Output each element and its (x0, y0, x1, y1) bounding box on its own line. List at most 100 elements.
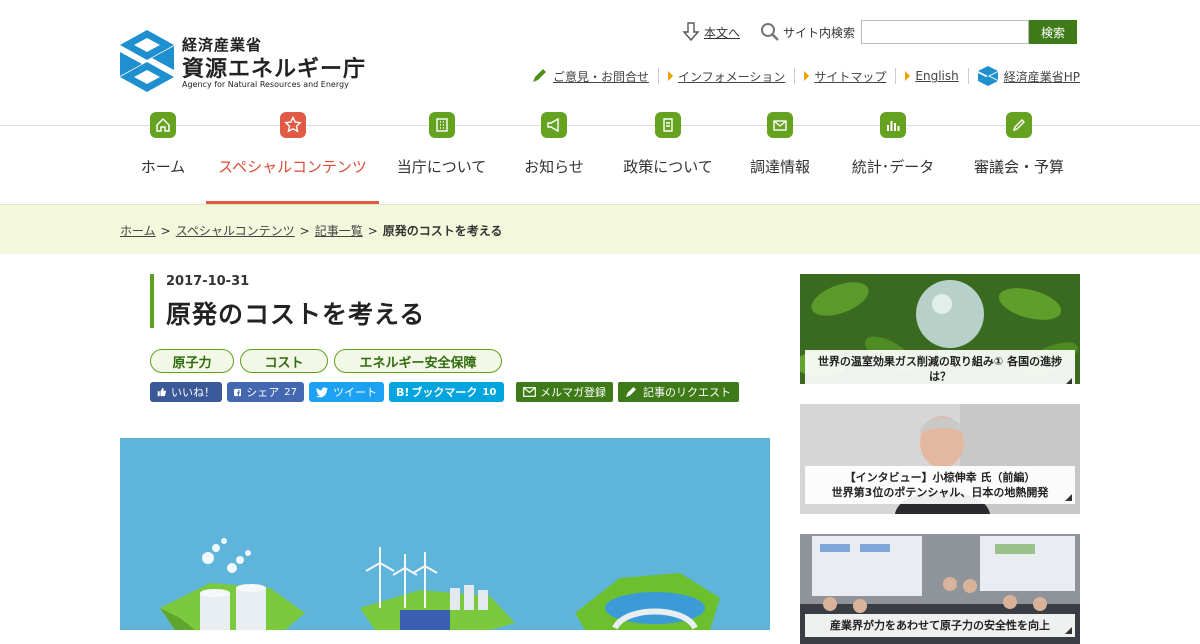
tweet-button[interactable]: ツイート (309, 382, 384, 402)
breadcrumb-current: 原発のコストを考える (382, 224, 503, 238)
agency-name: 資源エネルギー庁 (182, 57, 367, 82)
article-date: 2017-10-31 (166, 274, 250, 289)
contact-link-item[interactable]: ご意見・お問合せ (531, 68, 649, 85)
arrow-down-icon (682, 22, 700, 42)
related-article-card[interactable]: 産業界が力をあわせて原子力の安全性を向上 (800, 534, 1080, 644)
information-link[interactable]: インフォメーション (678, 68, 785, 85)
search-icon (760, 23, 779, 41)
sitemap-link[interactable]: サイトマップ (814, 68, 886, 85)
nav-label-special-contents: スペシャルコンテンツ (218, 158, 367, 176)
agency-logo-mark (120, 30, 174, 92)
article-request-button[interactable]: 記事のリクエスト (618, 382, 739, 402)
meti-logo-icon (977, 66, 998, 86)
breadcrumb-article-list[interactable]: 記事一覧 (315, 224, 363, 238)
breadcrumb-home[interactable]: ホーム (120, 224, 156, 238)
skip-to-content-link[interactable]: 本文へ (704, 24, 740, 41)
facebook-icon (234, 388, 242, 396)
related-article-card[interactable]: 【インタビュー】小椋伸幸 氏（前編） 世界第3位のポテンシャル、日本の地熱開発 (800, 404, 1080, 514)
share-label: シェア (246, 386, 280, 399)
nav-item-policy[interactable]: 政策について (604, 110, 732, 204)
card-caption: 世界の温室効果ガス削減の取り組み① 各国の進捗は？ (805, 350, 1075, 384)
nav-item-statistics[interactable]: 統計･データ (828, 110, 958, 204)
english-link-item[interactable]: English (905, 69, 959, 83)
facebook-like-button[interactable]: いいね！ (150, 382, 222, 402)
card-caption-line1: 【インタビュー】小椋伸幸 氏（前編） (844, 471, 1036, 484)
article-title: 原発のコストを考える (166, 300, 426, 329)
triangle-bullet-icon (905, 71, 911, 81)
nav-item-news[interactable]: お知らせ (504, 110, 604, 204)
megaphone-icon (541, 112, 567, 138)
breadcrumb-separator: > (299, 224, 310, 238)
article-hero-image (120, 438, 770, 630)
meti-link[interactable]: 経済産業省HP (1004, 68, 1080, 85)
triangle-bullet-icon (804, 71, 810, 81)
facebook-share-button[interactable]: シェア 27 (227, 382, 304, 402)
search-button[interactable]: 検索 (1029, 20, 1077, 44)
triangle-bullet-icon (667, 71, 673, 81)
nav-label-council-budget: 審議会・予算 (973, 158, 1064, 176)
breadcrumb-special-contents[interactable]: スペシャルコンテンツ (176, 224, 295, 238)
divider (967, 68, 969, 84)
card-caption-line2: 世界第3位のポテンシャル、日本の地熱開発 (831, 486, 1049, 499)
site-header: 経済産業省 資源エネルギー庁 Agency for Natural Resour… (0, 0, 1200, 126)
nav-item-procurement[interactable]: 調達情報 (732, 110, 828, 204)
mail-icon (767, 112, 793, 138)
header-utility-links: ご意見・お問合せ インフォメーション サイトマップ English 経済産業省H… (531, 66, 1080, 86)
thumbs-up-icon (157, 387, 166, 397)
article-request-label: 記事のリクエスト (643, 386, 731, 399)
tag-nuclear[interactable]: 原子力 (150, 349, 234, 373)
related-article-card[interactable]: 世界の温室効果ガス削減の取り組み① 各国の進捗は？ (800, 274, 1080, 384)
contact-link[interactable]: ご意見・お問合せ (553, 68, 649, 85)
twitter-bird-icon (316, 386, 328, 397)
english-link[interactable]: English (915, 69, 958, 83)
skip-to-content[interactable]: 本文へ (682, 22, 740, 42)
share-toolbar: いいね！ シェア 27 ツイート B! ブックマーク 10 メルマガ登録 記事の… (150, 382, 739, 402)
breadcrumb-separator: > (160, 224, 171, 238)
search-label-text: サイト内検索 (782, 25, 855, 40)
nav-item-home[interactable]: ホーム (120, 110, 206, 204)
home-icon (150, 112, 176, 138)
divider (895, 68, 897, 84)
nav-label-procurement: 調達情報 (749, 158, 810, 176)
agency-name-en: Agency for Natural Resources and Energy (182, 80, 349, 89)
information-link-item[interactable]: インフォメーション (667, 68, 785, 85)
mail-magazine-label: メルマガ登録 (540, 386, 606, 399)
nav-item-about[interactable]: 当庁について (379, 110, 504, 204)
nav-item-council-budget[interactable]: 審議会・予算 (958, 110, 1080, 204)
global-nav: ホーム スペシャルコンテンツ 当庁について お知らせ 政策について 調達情報 統… (120, 110, 1080, 204)
search-input[interactable] (861, 20, 1029, 44)
bookmark-count: 10 (482, 386, 497, 398)
building-icon (428, 112, 455, 138)
nav-label-home: ホーム (140, 158, 186, 176)
like-label: いいね！ (171, 386, 215, 399)
site-logo[interactable]: 経済産業省 資源エネルギー庁 Agency for Natural Resour… (120, 30, 365, 92)
power-plants-illustration (160, 538, 720, 630)
mail-magazine-button[interactable]: メルマガ登録 (516, 382, 613, 402)
document-icon (655, 112, 681, 138)
nav-item-special-contents[interactable]: スペシャルコンテンツ (206, 110, 379, 204)
edit-icon (1006, 112, 1032, 138)
bookmark-label: ブックマーク (411, 386, 478, 399)
sitemap-link-item[interactable]: サイトマップ (804, 68, 886, 85)
hatena-bookmark-icon: B! (396, 385, 410, 399)
breadcrumb: ホーム > スペシャルコンテンツ > 記事一覧 > 原発のコストを考える (120, 222, 502, 239)
breadcrumb-bar: ホーム > スペシャルコンテンツ > 記事一覧 > 原発のコストを考える (0, 204, 1200, 254)
hatena-bookmark-button[interactable]: B! ブックマーク 10 (389, 382, 504, 402)
card-caption: 【インタビュー】小椋伸幸 氏（前編） 世界第3位のポテンシャル、日本の地熱開発 (805, 466, 1075, 504)
article-tags: 原子力 コスト エネルギー安全保障 (150, 349, 502, 373)
meti-link-item[interactable]: 経済産業省HP (977, 66, 1080, 86)
tag-cost[interactable]: コスト (240, 349, 328, 373)
pencil-icon (626, 387, 636, 397)
star-icon (279, 112, 306, 138)
envelope-icon (523, 387, 536, 397)
nav-label-about: 当庁について (396, 158, 487, 176)
tag-energy-security[interactable]: エネルギー安全保障 (334, 349, 502, 373)
site-search-label: サイト内検索 (760, 22, 855, 42)
breadcrumb-separator: > (367, 224, 378, 238)
header-utility-top: 本文へ サイト内検索 検索 (682, 20, 1077, 44)
article-header: 2017-10-31 原発のコストを考える (150, 274, 770, 329)
share-count: 27 (284, 386, 297, 398)
tweet-label: ツイート (333, 386, 377, 399)
nav-label-policy: 政策について (623, 158, 713, 176)
nav-label-news: お知らせ (524, 158, 584, 176)
